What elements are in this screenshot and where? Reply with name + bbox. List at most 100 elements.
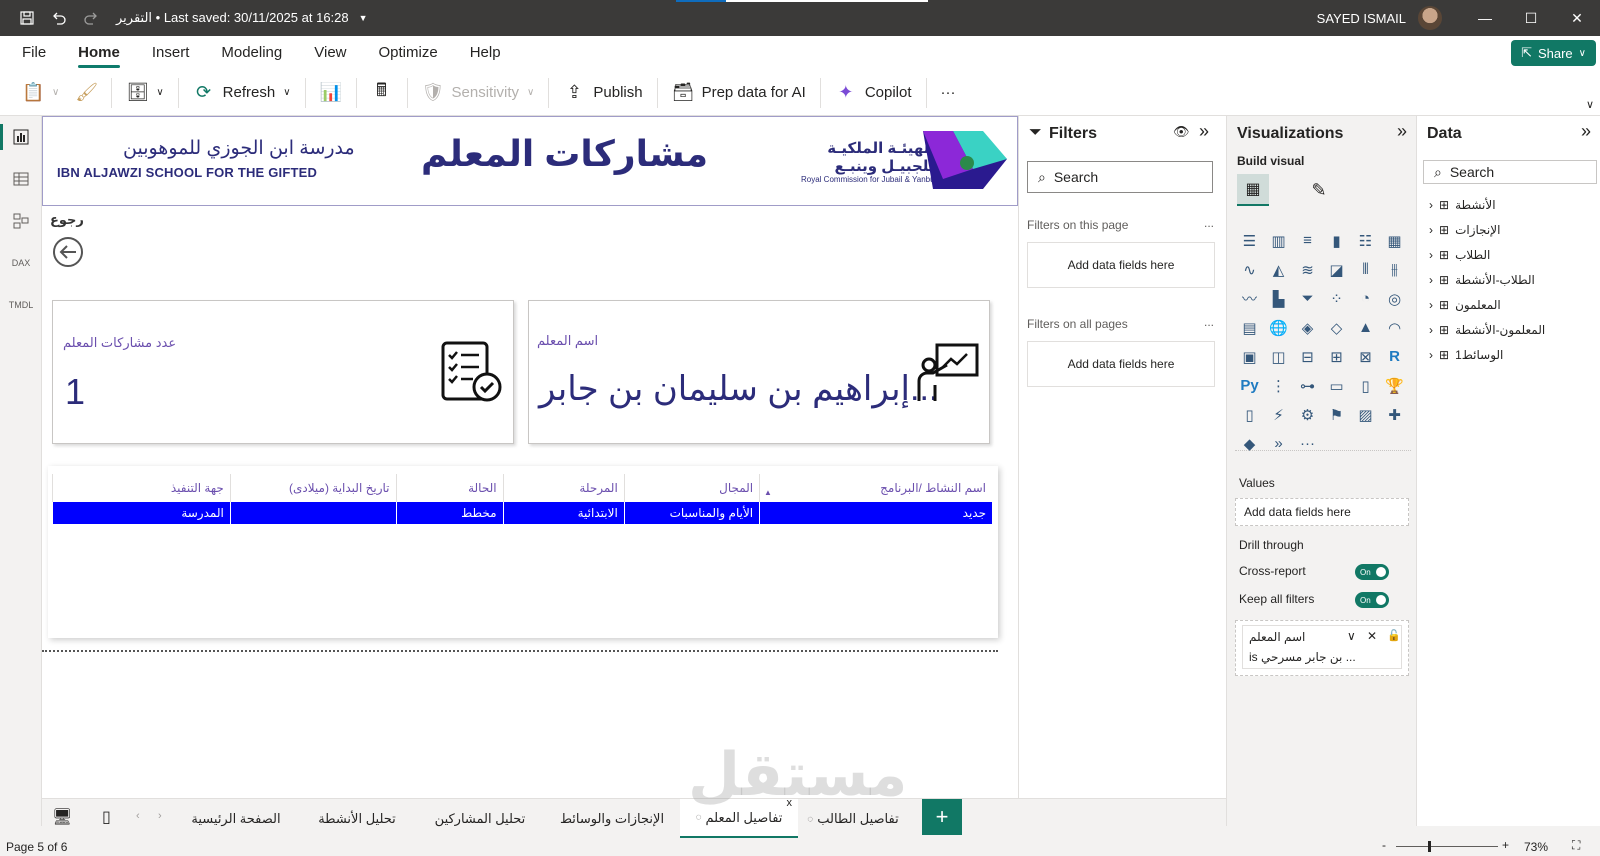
column-header-start-date[interactable]: تاريخ البداية (ميلادى) [229, 474, 396, 502]
fit-to-page-icon[interactable]: ⛶ [1572, 838, 1580, 853]
zoom-slider-thumb[interactable] [1428, 841, 1431, 852]
custom-visual-icon[interactable]: ⚑ [1322, 400, 1351, 429]
table-view-icon[interactable] [0, 158, 42, 200]
column-header-domain[interactable]: المجال [623, 474, 760, 502]
keep-filters-toggle[interactable]: On [1355, 592, 1389, 608]
area-chart-icon[interactable]: ◭ [1264, 255, 1293, 284]
table-row[interactable]: جديد الأيام والمناسبات الابتدائية مخطط ا… [52, 502, 992, 524]
table-cell[interactable]: المدرسة [52, 502, 231, 524]
get-data-button[interactable]: 🗄 ∨ [118, 75, 171, 111]
map-icon[interactable]: 🌐 [1264, 313, 1293, 342]
filters-search-input[interactable]: ⌕ Search [1027, 161, 1213, 193]
filters-on-page-more[interactable]: ... [1204, 216, 1214, 230]
tab-home[interactable]: Home [62, 36, 136, 70]
azure-ml-icon[interactable]: ◆ [1235, 429, 1264, 458]
page-tab[interactable]: الصفحة الرئيسية [174, 799, 298, 839]
sensitivity-button[interactable]: 🛡 Sensitivity ∨ [414, 75, 543, 111]
matrix-icon[interactable]: ⊠ [1351, 342, 1380, 371]
report-view-icon[interactable] [0, 116, 42, 158]
lock-icon[interactable]: 🔓 [1387, 629, 1401, 642]
qa-icon[interactable]: ▭ [1322, 371, 1351, 400]
data-table-item[interactable]: › ⊞ الإنجازات [1429, 223, 1500, 237]
column-header-executor[interactable]: جهة التنفيذ [52, 474, 231, 502]
r-visual-icon[interactable]: R [1380, 342, 1409, 371]
tmdl-view-icon[interactable]: TMDL [0, 284, 42, 326]
clustered-column-icon[interactable]: ▮ [1322, 226, 1351, 255]
pie-chart-icon[interactable]: ◔ [1351, 284, 1380, 313]
activities-table-visual[interactable]: ▲ اسم النشاط /البرنامج المجال المرحلة ال… [48, 466, 998, 638]
filled-map-icon[interactable]: ◈ [1293, 313, 1322, 342]
smart-narrative-icon[interactable]: ▯ [1351, 371, 1380, 400]
minimize-icon[interactable]: — [1462, 0, 1508, 36]
decomposition-tree-icon[interactable]: ⊶ [1293, 371, 1322, 400]
kpi-icon[interactable]: ◫ [1264, 342, 1293, 371]
funnel-icon[interactable]: ⏷ [1293, 284, 1322, 313]
collapse-pane-icon[interactable]: » [1397, 121, 1407, 142]
refresh-button[interactable]: ⟳ Refresh ∨ [185, 75, 299, 111]
zoom-in-icon[interactable]: + [1502, 838, 1509, 852]
tab-file[interactable]: File [0, 36, 62, 70]
paste-button[interactable]: 📋 ∨ [14, 75, 67, 111]
line-clustered-icon[interactable]: ⫵ [1380, 255, 1409, 284]
user-name[interactable]: SAYED ISMAIL [1317, 11, 1406, 26]
document-title[interactable]: التقرير • Last saved: 30/11/2025 at 16:2… [116, 10, 368, 26]
zoom-level[interactable]: 73% [1524, 840, 1548, 854]
gauge-icon[interactable]: ◠ [1380, 313, 1409, 342]
drill-through-field-card[interactable]: اسم المعلم ∨ ✕ 🔓 is بن جابر مسرحي ... [1242, 625, 1402, 669]
data-table-item[interactable]: › ⊞ الطلاب-الأنشطة [1429, 273, 1535, 287]
collapse-pane-icon[interactable]: » [1581, 121, 1591, 142]
collapse-ribbon-icon[interactable]: ∨ [1586, 98, 1594, 111]
more-visuals-icon[interactable]: ··· [1293, 429, 1322, 458]
donut-chart-icon[interactable]: ◎ [1380, 284, 1409, 313]
waterfall-icon[interactable]: ▙ [1264, 284, 1293, 313]
tab-help[interactable]: Help [454, 36, 517, 70]
scroll-right-icon[interactable]: › [158, 810, 162, 822]
save-icon[interactable] [14, 5, 40, 31]
table-cell[interactable] [229, 502, 396, 524]
data-table-item[interactable]: › ⊞ الوسائط1 [1429, 348, 1503, 362]
share-button[interactable]: ⇱ Share ∨ [1511, 40, 1596, 66]
table-cell[interactable]: الأيام والمناسبات [623, 502, 760, 524]
prep-data-ai-button[interactable]: 🗃 Prep data for AI [664, 75, 814, 111]
close-icon[interactable]: ✕ [1554, 0, 1600, 36]
filters-page-drop-zone[interactable]: Add data fields here [1027, 242, 1215, 288]
desktop-layout-icon[interactable]: 🖥 [52, 807, 72, 827]
100-column-icon[interactable]: ▦ [1380, 226, 1409, 255]
column-header-activity[interactable]: اسم النشاط /البرنامج [759, 474, 992, 502]
dax-query-view-icon[interactable]: DAX [0, 242, 42, 284]
cross-report-toggle[interactable]: On [1355, 564, 1389, 580]
power-automate-icon[interactable]: ⚙ [1293, 400, 1322, 429]
stacked-area-icon[interactable]: ≋ [1293, 255, 1322, 284]
scatter-icon[interactable]: ⁘ [1322, 284, 1351, 313]
python-visual-icon[interactable]: Py [1235, 371, 1264, 400]
page-tab[interactable]: تحليل الأنشطة [298, 799, 416, 839]
tab-optimize[interactable]: Optimize [363, 36, 454, 70]
teacher-participation-count-card[interactable]: عدد مشاركات المعلم 1 [52, 300, 514, 444]
collapse-pane-icon[interactable]: » [1199, 121, 1209, 142]
tab-insert[interactable]: Insert [136, 36, 206, 70]
back-arrow-button[interactable] [52, 236, 84, 268]
data-search-input[interactable]: ⌕ Search [1423, 160, 1597, 184]
azure-map-icon[interactable]: ▲ [1351, 313, 1380, 342]
clustered-bar-icon[interactable]: ≡ [1293, 226, 1322, 255]
page-tab[interactable]: تحليل المشاركين [416, 799, 544, 839]
stacked-column-icon[interactable]: ▥ [1264, 226, 1293, 255]
format-visual-icon[interactable]: ✎ [1303, 174, 1335, 206]
zoom-slider[interactable] [1396, 846, 1498, 847]
data-table-item[interactable]: › ⊞ الأنشطة [1429, 198, 1496, 212]
treemap-icon[interactable]: ▤ [1235, 313, 1264, 342]
tab-modeling[interactable]: Modeling [205, 36, 298, 70]
column-header-status[interactable]: الحالة [395, 474, 504, 502]
redo-icon[interactable] [78, 5, 104, 31]
data-table-item[interactable]: › ⊞ المعلمون-الأنشطة [1429, 323, 1545, 337]
add-page-button[interactable]: + [922, 799, 962, 835]
line-column-icon[interactable]: ⫴ [1351, 255, 1380, 284]
format-painter-button[interactable]: 🖌 [67, 75, 105, 111]
ribbon-chart-icon[interactable]: 〰 [1235, 284, 1264, 313]
table-icon[interactable]: ⊞ [1322, 342, 1351, 371]
maximize-icon[interactable]: ☐ [1508, 0, 1554, 36]
shape-map-icon[interactable]: ◇ [1322, 313, 1351, 342]
tab-view[interactable]: View [298, 36, 362, 70]
table-cell[interactable]: مخطط [395, 502, 504, 524]
key-influencers-icon[interactable]: ⋮ [1264, 371, 1293, 400]
